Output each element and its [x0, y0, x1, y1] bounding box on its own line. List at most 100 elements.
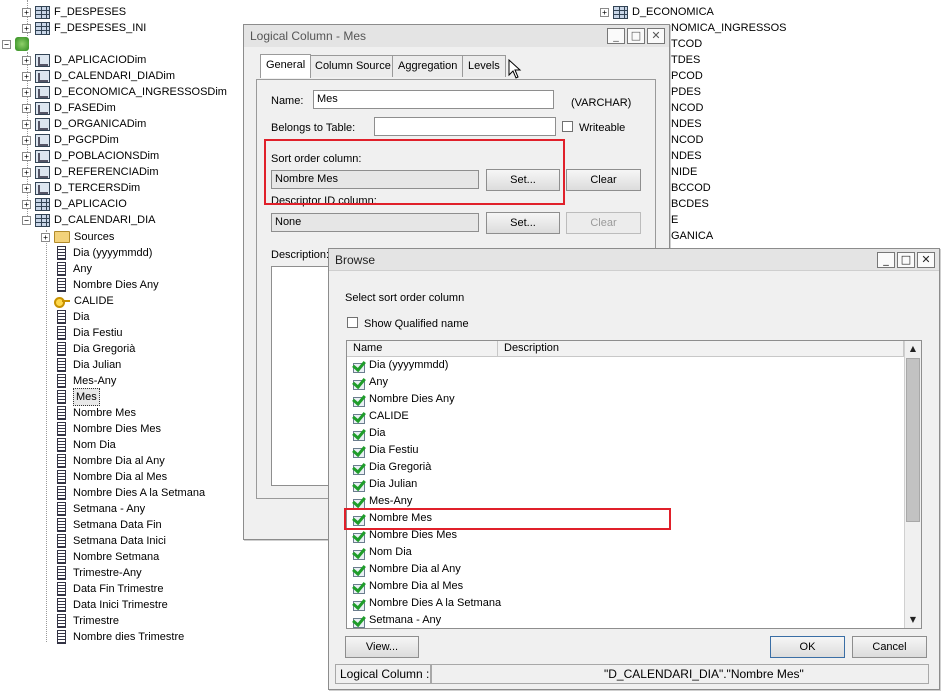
tree-item[interactable]: + F_DESPESES_INI — [22, 20, 146, 36]
tree-item-column[interactable]: Nombre Mes — [54, 405, 136, 421]
expand-icon[interactable]: + — [22, 151, 31, 161]
list-item[interactable]: Nombre Dies Mes — [347, 527, 921, 544]
writeable-checkbox[interactable] — [562, 121, 573, 132]
tree-item-label[interactable]: BCCOD — [671, 180, 711, 196]
tree-item[interactable]: + F_DESPESES — [22, 4, 126, 20]
tree-item-column[interactable]: Nombre Dia al Any — [54, 453, 165, 469]
close-button[interactable]: ✕ — [647, 28, 665, 44]
tree-item-table[interactable]: + D_APLICACIO — [22, 196, 127, 212]
sort-set-button[interactable]: Set... — [486, 169, 560, 191]
expand-icon[interactable]: + — [22, 87, 31, 97]
expand-icon[interactable]: + — [22, 7, 31, 17]
close-button[interactable]: ✕ — [917, 252, 935, 268]
tab-levels[interactable]: Levels — [462, 55, 506, 77]
tree-item-column[interactable]: Trimestre — [54, 613, 119, 629]
tree-item-column[interactable]: Trimestre-Any — [54, 565, 142, 581]
tree-item-label[interactable]: E — [671, 212, 678, 228]
tree-item-column[interactable]: Dia Festiu — [54, 325, 123, 341]
tree-item-table[interactable]: − D_CALENDARI_DIA — [22, 212, 155, 228]
tree-item-dimension[interactable]: + D_PGCPDim — [22, 132, 119, 148]
tab-aggregation[interactable]: Aggregation — [392, 55, 464, 77]
list-item[interactable]: Dia Julian — [347, 476, 921, 493]
expand-icon[interactable]: + — [22, 55, 31, 65]
tree-item-label[interactable]: GANICA — [671, 228, 713, 244]
scroll-thumb[interactable] — [906, 358, 920, 522]
list-item[interactable]: Dia Gregorià — [347, 459, 921, 476]
tree-item-label[interactable]: PDES — [671, 84, 701, 100]
tree-item-column[interactable]: CALIDE — [54, 293, 114, 309]
list-item[interactable]: Nombre Dia al Any — [347, 561, 921, 578]
list-scrollbar[interactable]: ▲ ▼ — [904, 341, 921, 628]
tree-item-column[interactable]: Nombre Dia al Mes — [54, 469, 167, 485]
descriptor-set-button[interactable]: Set... — [486, 212, 560, 234]
tab-column-source[interactable]: Column Source — [309, 55, 397, 77]
cancel-button[interactable]: Cancel — [852, 636, 927, 658]
list-item[interactable]: Nombre Dies A la Setmana — [347, 595, 921, 612]
maximize-button[interactable]: □ — [627, 28, 645, 44]
tree-item-dimension[interactable]: + D_REFERENCIADim — [22, 164, 159, 180]
list-item[interactable]: CALIDE — [347, 408, 921, 425]
list-item[interactable]: Dia (yyyymmdd) — [347, 357, 921, 374]
tree-item-column[interactable]: Nombre Dies Mes — [54, 421, 161, 437]
list-item[interactable]: Mes-Any — [347, 493, 921, 510]
browse-dialog[interactable]: Browse _ □ ✕ Select sort order column Sh… — [328, 248, 940, 690]
minimize-button[interactable]: _ — [607, 28, 625, 44]
tree-item-label[interactable]: TDES — [671, 52, 700, 68]
expand-icon[interactable]: + — [41, 232, 50, 242]
tree-item-column[interactable]: Nom Dia — [54, 437, 116, 453]
expand-icon[interactable]: + — [22, 71, 31, 81]
tree-item-column[interactable]: Dia — [54, 309, 90, 325]
tree-item-column[interactable]: Data Inici Trimestre — [54, 597, 168, 613]
description-column-header[interactable]: Description — [498, 341, 904, 356]
tree-item-column[interactable]: Dia Julian — [54, 357, 121, 373]
show-qualified-checkbox[interactable] — [347, 317, 358, 328]
tab-general[interactable]: General — [260, 54, 312, 78]
scroll-up-icon[interactable]: ▲ — [905, 341, 921, 357]
tree-item-label[interactable]: NIDE — [671, 164, 697, 180]
business-model-tree[interactable]: + F_DESPESES + F_DESPESES_INI − + D_APLICAC… — [0, 0, 244, 698]
expand-icon[interactable]: + — [22, 103, 31, 113]
expand-icon[interactable]: + — [22, 199, 31, 209]
list-item[interactable]: Any — [347, 374, 921, 391]
tree-item-column[interactable]: Nombre Setmana — [54, 549, 159, 565]
tree-item-column[interactable]: Mes — [54, 388, 100, 406]
tree-item-column[interactable]: Dia (yyyymmdd) — [54, 245, 152, 261]
expand-icon[interactable]: + — [22, 167, 31, 177]
tree-item-label[interactable]: NOMICA_INGRESSOS — [671, 20, 787, 36]
belongs-to-table-input[interactable] — [374, 117, 556, 136]
tree-item-label[interactable]: NDES — [671, 116, 702, 132]
minimize-button[interactable]: _ — [877, 252, 895, 268]
tree-item-label[interactable]: NCOD — [671, 132, 703, 148]
list-item[interactable]: Nombre Dia al Mes — [347, 578, 921, 595]
tree-item-column[interactable]: Nombre Dies A la Setmana — [54, 485, 205, 501]
tree-item-label[interactable]: NDES — [671, 148, 702, 164]
dialog-title-bar[interactable]: Logical Column - Mes _ □ ✕ — [244, 25, 669, 47]
tree-item-dimension[interactable]: + D_CALENDARI_DIADim — [22, 68, 175, 84]
expand-icon[interactable]: + — [22, 119, 31, 129]
list-item[interactable]: Dia — [347, 425, 921, 442]
descriptor-clear-button[interactable]: Clear — [566, 212, 641, 234]
list-item[interactable]: Nom Dia — [347, 544, 921, 561]
scroll-down-icon[interactable]: ▼ — [905, 612, 921, 628]
tree-item-dimension[interactable]: + D_TERCERSDim — [22, 180, 140, 196]
tree-item-label[interactable]: NCOD — [671, 100, 703, 116]
expand-icon[interactable]: + — [22, 23, 31, 33]
tree-item-column[interactable]: Nombre Dies Any — [54, 277, 159, 293]
sort-clear-button[interactable]: Clear — [566, 169, 641, 191]
tree-item-sources[interactable]: + Sources — [41, 229, 114, 245]
tree-item-label[interactable]: PCOD — [671, 68, 703, 84]
list-item[interactable]: Dia Festiu — [347, 442, 921, 459]
collapse-icon[interactable]: − — [22, 215, 31, 225]
column-list[interactable]: Name Description Dia (yyyymmdd) Any Nombre… — [346, 340, 922, 629]
view-button[interactable]: View... — [345, 636, 419, 658]
tree-item-dimension[interactable]: + D_POBLACIONSDim — [22, 148, 159, 164]
tree-item-label[interactable]: TCOD — [671, 36, 702, 52]
tree-item-dimension[interactable]: + D_APLICACIODim — [22, 52, 146, 68]
tree-item-column[interactable]: Dia Gregorià — [54, 341, 135, 357]
tree-item-column[interactable]: Data Fin Trimestre — [54, 581, 163, 597]
expand-icon[interactable]: + — [22, 183, 31, 193]
expand-icon[interactable]: + — [22, 135, 31, 145]
tree-item-label[interactable]: BCDES — [671, 196, 709, 212]
name-input[interactable]: Mes — [313, 90, 554, 109]
list-item[interactable]: Setmana - Any — [347, 612, 921, 628]
